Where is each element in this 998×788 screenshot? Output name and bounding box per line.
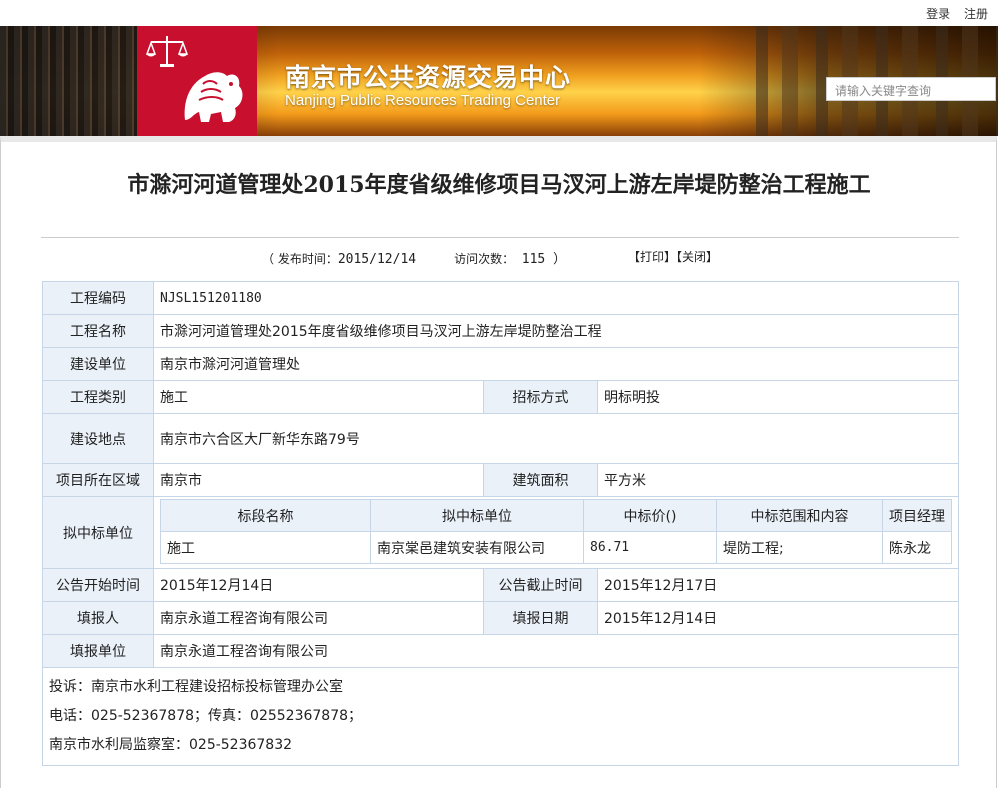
- header-banner: 南京市公共资源交易中心 Nanjing Public Resources Tra…: [0, 26, 998, 136]
- start-value: 2015年12月14日: [153, 568, 484, 602]
- publish-label: （ 发布时间：: [262, 252, 338, 266]
- article-meta: （ 发布时间：2015/12/14 访问次数： 115 ）: [262, 248, 566, 267]
- lion-icon: [184, 72, 243, 122]
- filler-label: 填报人: [42, 601, 154, 635]
- sub-header-winner: 拟中标单位: [370, 499, 584, 532]
- end-label: 公告截止时间: [483, 568, 598, 602]
- fill-unit-label: 填报单位: [42, 634, 154, 668]
- builder-value: 南京市滁河河道管理处: [153, 347, 959, 381]
- table-row: 公告开始时间 2015年12月14日 公告截止时间 2015年12月17日: [42, 568, 959, 602]
- sub-header-section: 标段名称: [160, 499, 371, 532]
- publish-date: 2015/12/14: [337, 252, 417, 267]
- sub-header-scope: 中标范围和内容: [716, 499, 883, 532]
- region-value: 南京市: [153, 463, 484, 497]
- table-row: 拟中标单位 标段名称 拟中标单位 中标价() 中标范围和内容 项目经理 施工 南…: [42, 496, 959, 569]
- visits-count: 115 ）: [521, 252, 567, 267]
- end-value: 2015年12月17日: [597, 568, 959, 602]
- title-divider: [41, 237, 959, 238]
- location-value: 南京市六合区大厂新华东路79号: [153, 413, 959, 464]
- site-title-en: Nanjing Public Resources Trading Center: [285, 92, 561, 109]
- winner-cell: 标段名称 拟中标单位 中标价() 中标范围和内容 项目经理 施工 南京棠邑建筑安…: [153, 496, 959, 569]
- area-label: 建筑面积: [483, 463, 598, 497]
- contact-cell: 投诉：南京市水利工程建设招标投标管理办公室 电话：025-52367878；传真…: [42, 667, 959, 766]
- login-link[interactable]: 登录: [926, 7, 950, 21]
- register-link[interactable]: 注册: [964, 7, 988, 21]
- builder-label: 建设单位: [42, 347, 154, 381]
- table-row: 施工 南京棠邑建筑安装有限公司 86.71 堤防工程; 陈永龙: [160, 531, 952, 564]
- fill-unit-value: 南京永道工程咨询有限公司: [153, 634, 959, 668]
- supervision-text: 南京市水利局监察室：025-52367832: [49, 737, 293, 753]
- code-label: 工程编码: [42, 281, 154, 315]
- table-row: 填报单位 南京永道工程咨询有限公司: [42, 634, 959, 668]
- page-title: 市滁河河道管理处2015年度省级维修项目马汊河上游左岸堤防整治工程施工: [127, 172, 871, 198]
- contact-row: 投诉：南京市水利工程建设招标投标管理办公室 电话：025-52367878；传真…: [42, 667, 959, 766]
- method-value: 明标明投: [597, 380, 959, 414]
- sub-header-price: 中标价(): [583, 499, 717, 532]
- search-input[interactable]: 请输入关键字查询: [826, 77, 996, 101]
- type-label: 工程类别: [42, 380, 154, 414]
- fill-date-value: 2015年12月14日: [597, 601, 959, 635]
- sub-cell-section: 施工: [160, 531, 371, 564]
- location-label: 建设地点: [42, 413, 154, 464]
- table-row: 建设地点 南京市六合区大厂新华东路79号: [42, 413, 959, 464]
- filler-value: 南京永道工程咨询有限公司: [153, 601, 484, 635]
- site-logo[interactable]: [137, 26, 257, 136]
- code-value: NJSL151201180: [153, 281, 959, 315]
- phone-text: 电话：025-52367878；传真：02552367878；: [49, 708, 363, 724]
- close-link[interactable]: 【关闭】: [676, 250, 718, 264]
- complaint-text: 投诉：南京市水利工程建设招标投标管理办公室: [49, 679, 343, 695]
- print-link[interactable]: 【打印】: [628, 250, 676, 264]
- name-label: 工程名称: [42, 314, 154, 348]
- top-bar: 登录 注册: [0, 0, 998, 26]
- sub-cell-scope: 堤防工程;: [716, 531, 883, 564]
- sub-header-manager: 项目经理: [882, 499, 952, 532]
- table-row: 工程编码 NJSL151201180: [42, 281, 959, 315]
- winner-label: 拟中标单位: [42, 496, 154, 569]
- table-row: 工程类别 施工 招标方式 明标明投: [42, 380, 959, 414]
- sub-cell-winner: 南京棠邑建筑安装有限公司: [370, 531, 584, 564]
- article-actions: 【打印】【关闭】: [628, 248, 718, 265]
- area-value: 平方米: [597, 463, 959, 497]
- top-links: 登录 注册: [916, 5, 988, 22]
- table-row: 标段名称 拟中标单位 中标价() 中标范围和内容 项目经理: [160, 499, 952, 532]
- table-row: 填报人 南京永道工程咨询有限公司 填报日期 2015年12月14日: [42, 601, 959, 635]
- table-row: 建设单位 南京市滁河河道管理处: [42, 347, 959, 381]
- region-label: 项目所在区域: [42, 463, 154, 497]
- banner-skyline-left: [0, 26, 140, 136]
- name-value: 市滁河河道管理处2015年度省级维修项目马汊河上游左岸堤防整治工程: [153, 314, 959, 348]
- project-info-table: 工程编码 NJSL151201180 工程名称 市滁河河道管理处2015年度省级…: [42, 281, 959, 766]
- winner-subtable: 标段名称 拟中标单位 中标价() 中标范围和内容 项目经理 施工 南京棠邑建筑安…: [160, 499, 952, 564]
- visits-label: 访问次数：: [454, 252, 515, 266]
- table-row: 项目所在区域 南京市 建筑面积 平方米: [42, 463, 959, 497]
- sub-cell-manager: 陈永龙: [882, 531, 952, 564]
- table-row: 工程名称 市滁河河道管理处2015年度省级维修项目马汊河上游左岸堤防整治工程: [42, 314, 959, 348]
- fill-date-label: 填报日期: [483, 601, 598, 635]
- site-title-cn: 南京市公共资源交易中心: [285, 63, 572, 92]
- sub-cell-price: 86.71: [583, 531, 717, 564]
- type-value: 施工: [153, 380, 484, 414]
- method-label: 招标方式: [483, 380, 598, 414]
- start-label: 公告开始时间: [42, 568, 154, 602]
